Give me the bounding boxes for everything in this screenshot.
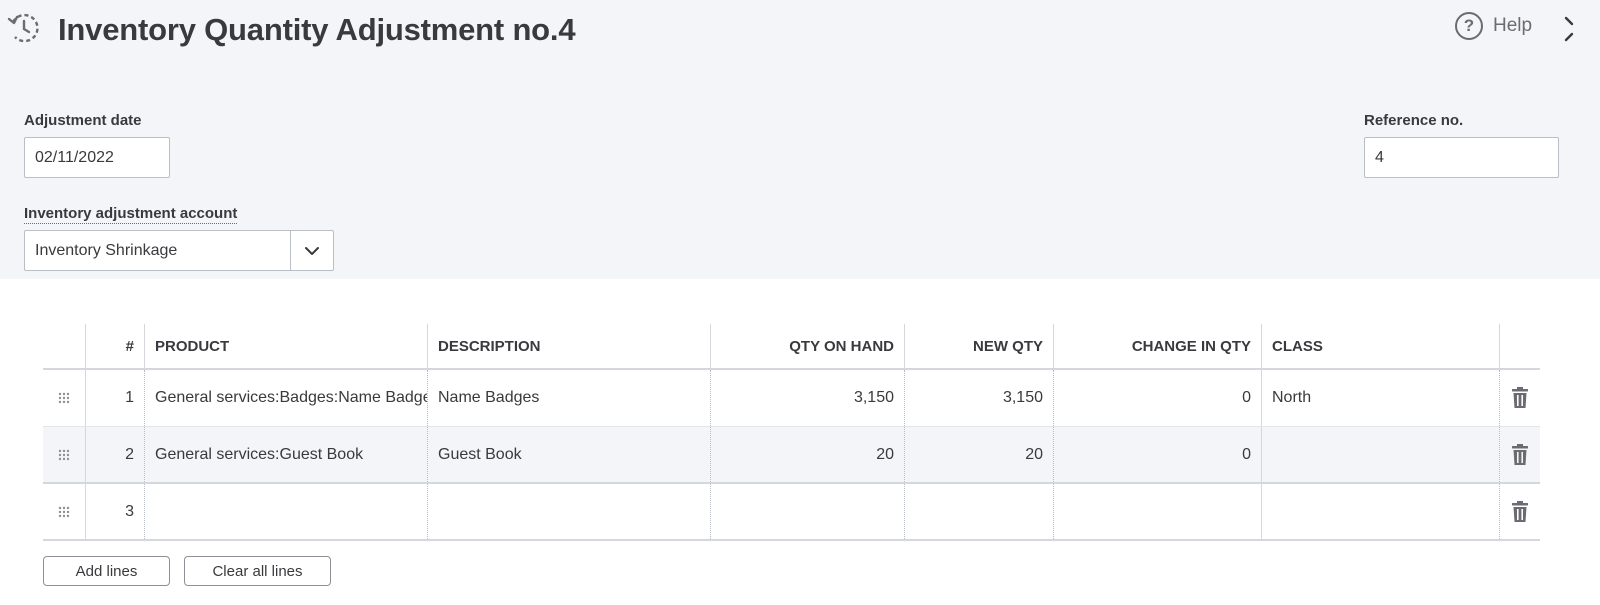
product-cell[interactable]: General services:Guest Book <box>144 427 427 482</box>
reference-no-label: Reference no. <box>1364 112 1464 129</box>
reference-no-field[interactable]: 4 <box>1364 137 1559 178</box>
page-title: Inventory Quantity Adjustment no.4 <box>58 12 576 47</box>
table-row[interactable]: 2 General services:Guest Book Guest Book… <box>43 427 1540 484</box>
help-button[interactable]: ? Help <box>1455 12 1532 40</box>
expand-icon[interactable] <box>1562 14 1582 44</box>
row-number: 2 <box>85 427 144 482</box>
adjustment-date-label: Adjustment date <box>24 112 142 129</box>
account-dropdown-button[interactable] <box>290 231 333 270</box>
header-qty-on-hand: QTY ON HAND <box>710 324 904 368</box>
trash-icon <box>1512 387 1528 408</box>
header-change-in-qty: CHANGE IN QTY <box>1053 324 1261 368</box>
clear-all-lines-button[interactable]: Clear all lines <box>184 556 331 586</box>
inventory-adjustment-account-select[interactable]: Inventory Shrinkage <box>24 230 334 271</box>
qty-on-hand-cell <box>710 484 904 539</box>
product-cell[interactable]: General services:Badges:Name Badges <box>144 370 427 426</box>
change-in-qty-cell[interactable]: 0 <box>1053 427 1261 482</box>
product-cell[interactable] <box>144 484 427 539</box>
add-lines-button[interactable]: Add lines <box>43 556 170 586</box>
question-circle-icon: ? <box>1455 12 1483 40</box>
drag-handle[interactable] <box>43 484 85 539</box>
change-in-qty-cell[interactable] <box>1053 484 1261 539</box>
table-row[interactable]: 1 General services:Badges:Name Badges Na… <box>43 370 1540 427</box>
description-cell[interactable]: Guest Book <box>427 427 710 482</box>
drag-grip-icon <box>58 392 70 404</box>
header-product: PRODUCT <box>144 324 427 368</box>
change-in-qty-cell[interactable]: 0 <box>1053 370 1261 426</box>
header-drag-col <box>43 324 85 368</box>
drag-grip-icon <box>58 506 70 517</box>
row-number: 1 <box>85 370 144 426</box>
account-label-text: Inventory adjustment account <box>24 205 238 224</box>
trash-icon <box>1512 443 1528 465</box>
description-cell[interactable]: Name Badges <box>427 370 710 426</box>
description-cell[interactable] <box>427 484 710 539</box>
class-cell[interactable] <box>1261 427 1499 482</box>
qty-on-hand-cell: 20 <box>710 427 904 482</box>
account-select-value: Inventory Shrinkage <box>35 241 178 259</box>
table-row[interactable]: 3 <box>43 484 1540 541</box>
delete-row-button[interactable] <box>1499 427 1540 482</box>
inventory-adjustment-account-label: Inventory adjustment account <box>24 205 238 224</box>
drag-handle[interactable] <box>43 427 85 482</box>
header-actions-col <box>1499 324 1540 368</box>
qty-on-hand-cell: 3,150 <box>710 370 904 426</box>
header-class: CLASS <box>1261 324 1499 368</box>
header-number: # <box>85 324 144 368</box>
header-new-qty: NEW QTY <box>904 324 1053 368</box>
drag-grip-icon <box>58 449 70 460</box>
class-cell[interactable]: North <box>1261 370 1499 426</box>
chevron-down-icon <box>305 246 319 255</box>
table-header-row: # PRODUCT DESCRIPTION QTY ON HAND NEW QT… <box>43 324 1540 370</box>
row-number: 3 <box>85 484 144 539</box>
delete-row-button[interactable] <box>1499 370 1540 426</box>
adjustment-lines-table: # PRODUCT DESCRIPTION QTY ON HAND NEW QT… <box>43 324 1540 541</box>
history-clock-icon[interactable] <box>6 10 42 46</box>
header-description: DESCRIPTION <box>427 324 710 368</box>
adjustment-date-field[interactable]: 02/11/2022 <box>24 137 170 178</box>
drag-handle[interactable] <box>43 370 85 426</box>
new-qty-cell[interactable]: 3,150 <box>904 370 1053 426</box>
new-qty-cell[interactable] <box>904 484 1053 539</box>
delete-row-button[interactable] <box>1499 484 1540 539</box>
help-label: Help <box>1493 15 1533 36</box>
new-qty-cell[interactable]: 20 <box>904 427 1053 482</box>
class-cell[interactable] <box>1261 484 1499 539</box>
trash-icon <box>1512 500 1528 522</box>
